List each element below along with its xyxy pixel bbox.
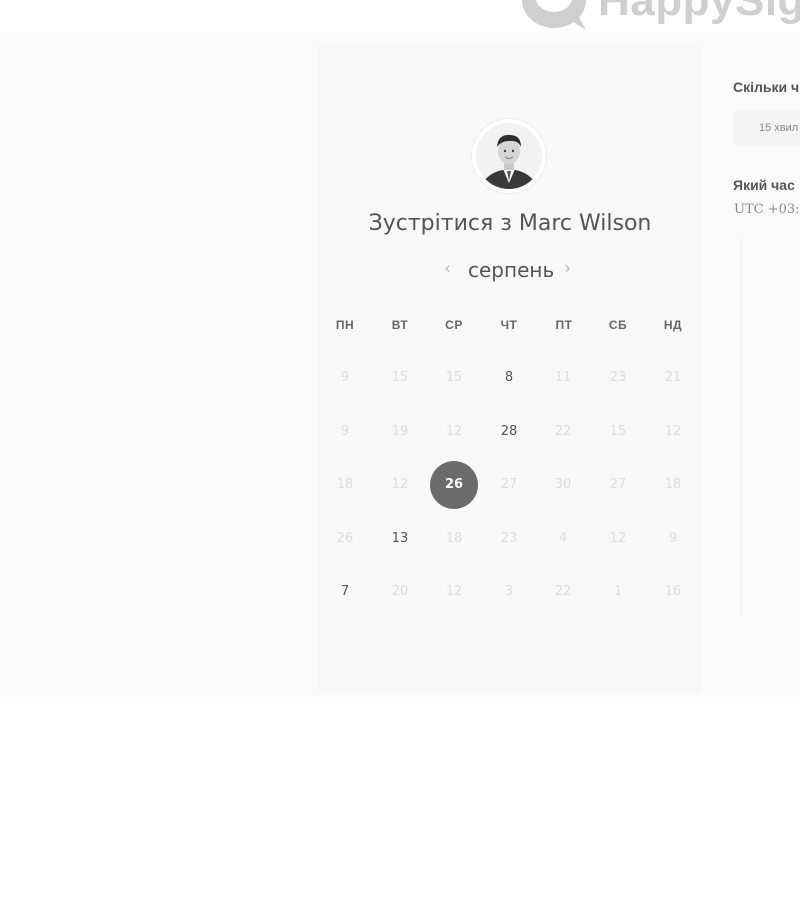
duration-label: Скільки ч — [733, 79, 800, 95]
day-cell: 9 — [340, 424, 350, 439]
day-cell: 21 — [664, 370, 682, 385]
weekday-thu: ЧТ — [500, 318, 518, 332]
day-cell[interactable]: 28 — [485, 408, 533, 456]
day-cell[interactable]: 8 — [485, 354, 533, 402]
day-cell: 12 — [391, 477, 409, 492]
weekday-header: ПН ВТ СР ЧТ ПТ СБ НД — [318, 318, 702, 334]
day-cell: 18 — [664, 477, 682, 492]
day-cell: 23 — [609, 370, 627, 385]
weekday-sun: НД — [663, 318, 683, 332]
weekday-wed: СР — [445, 318, 463, 332]
day-cell: 27 — [500, 477, 518, 492]
day-cell: 19 — [391, 424, 409, 439]
top-bar: HappySig — [0, 0, 800, 32]
timezone-selector[interactable]: UTC +03:0 — [734, 202, 800, 217]
calendar-grid: 9 15 15 8 11 23 21 9 19 12 28 22 15 12 18 12 26 27 30 27 18 2… — [318, 350, 702, 620]
logo[interactable]: HappySig — [520, 0, 800, 34]
day-cell: 12 — [445, 424, 463, 439]
day-cell: 9 — [340, 370, 350, 385]
day-cell: 15 — [445, 370, 463, 385]
day-cell: 4 — [558, 531, 568, 546]
logo-icon — [522, 0, 586, 30]
weekday-tue: ВТ — [391, 318, 409, 332]
time-label: Який час — [733, 177, 795, 193]
day-cell: 23 — [500, 531, 518, 546]
month-navigation: ‹ серпень › — [318, 258, 702, 286]
weekday-fri: ПТ — [555, 318, 573, 332]
avatar — [472, 119, 546, 193]
month-label: серпень — [468, 258, 555, 282]
page-title: Зустрітися з Marc Wilson — [368, 211, 652, 236]
day-cell: 20 — [391, 584, 409, 599]
day-cell: 11 — [554, 370, 572, 385]
day-cell: 12 — [445, 584, 463, 599]
day-cell: 3 — [504, 584, 514, 599]
day-cell[interactable]: 7 — [321, 568, 369, 616]
day-cell: 1 — [613, 584, 623, 599]
avatar-photo — [476, 123, 542, 189]
chevron-left-icon[interactable]: ‹ — [444, 258, 451, 279]
day-cell: 18 — [336, 477, 354, 492]
day-cell: 18 — [445, 531, 463, 546]
day-cell: 15 — [391, 370, 409, 385]
duration-select[interactable]: 15 хвил — [733, 111, 800, 145]
day-cell: 9 — [668, 531, 678, 546]
day-cell: 16 — [664, 584, 682, 599]
day-cell: 27 — [609, 477, 627, 492]
booking-page: HappySig Зустрітися з Marc Wilson ‹ серп… — [0, 0, 800, 900]
day-cell[interactable]: 13 — [376, 515, 424, 563]
day-cell: 12 — [664, 424, 682, 439]
weekday-mon: ПН — [335, 318, 355, 332]
day-cell: 15 — [609, 424, 627, 439]
day-cell-selected[interactable]: 26 — [430, 461, 478, 509]
weekday-sat: СБ — [608, 318, 628, 332]
day-cell: 22 — [554, 424, 572, 439]
day-cell: 30 — [554, 477, 572, 492]
day-cell: 12 — [609, 531, 627, 546]
day-cell: 26 — [336, 531, 354, 546]
duration-value: 15 хвил — [759, 122, 799, 134]
logo-text: HappySig — [598, 0, 800, 25]
chevron-right-icon[interactable]: › — [564, 258, 571, 279]
time-slot-list — [741, 236, 800, 616]
day-cell: 22 — [554, 584, 572, 599]
